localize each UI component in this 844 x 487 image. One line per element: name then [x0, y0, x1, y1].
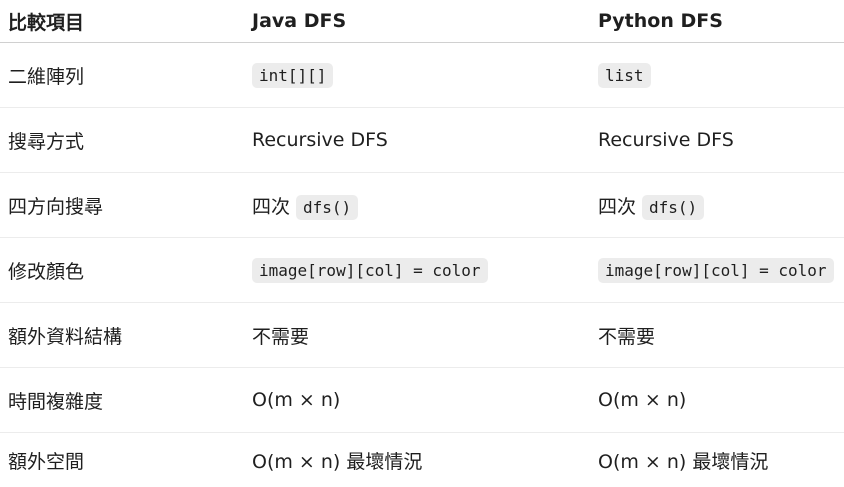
java-text: O(m × n) 最壞情況 — [252, 451, 422, 473]
python-text: O(m × n) — [598, 389, 686, 411]
table-row: 四方向搜尋 四次 dfs() 四次 dfs() — [0, 173, 844, 238]
comparison-table: 比較項目 Java DFS Python DFS 二維陣列 int[][] li… — [0, 0, 844, 487]
python-text: O(m × n) 最壞情況 — [598, 451, 768, 473]
table-row: 時間複雜度 O(m × n) O(m × n) — [0, 368, 844, 433]
java-prefix: 四次 — [252, 196, 290, 218]
table-row: 修改顏色 image[row][col] = color image[row][… — [0, 238, 844, 303]
python-cell: O(m × n) — [598, 368, 844, 433]
python-cell: 不需要 — [598, 303, 844, 368]
python-cell: 四次 dfs() — [598, 173, 844, 238]
header-item: 比較項目 — [0, 0, 252, 43]
table-row: 額外資料結構 不需要 不需要 — [0, 303, 844, 368]
java-text: 不需要 — [252, 326, 309, 348]
row-label: 搜尋方式 — [0, 108, 252, 173]
table-header: 比較項目 Java DFS Python DFS — [0, 0, 844, 43]
row-label: 二維陣列 — [0, 43, 252, 108]
table-row: 搜尋方式 Recursive DFS Recursive DFS — [0, 108, 844, 173]
row-label: 時間複雜度 — [0, 368, 252, 433]
java-cell: int[][] — [252, 43, 598, 108]
row-label: 修改顏色 — [0, 238, 252, 303]
table-body: 二維陣列 int[][] list 搜尋方式 Recursive DFS Rec… — [0, 43, 844, 487]
python-prefix: 四次 — [598, 196, 636, 218]
table-row: 額外空間 O(m × n) 最壞情況 O(m × n) 最壞情況 — [0, 433, 844, 487]
python-cell: list — [598, 43, 844, 108]
java-cell: 不需要 — [252, 303, 598, 368]
java-cell: image[row][col] = color — [252, 238, 598, 303]
python-text: Recursive DFS — [598, 129, 734, 151]
java-code: int[][] — [252, 63, 333, 88]
row-label: 額外資料結構 — [0, 303, 252, 368]
python-code: image[row][col] = color — [598, 258, 834, 283]
java-cell: Recursive DFS — [252, 108, 598, 173]
header-row: 比較項目 Java DFS Python DFS — [0, 0, 844, 43]
header-python: Python DFS — [598, 0, 844, 43]
java-code: dfs() — [296, 195, 358, 220]
row-label: 額外空間 — [0, 433, 252, 487]
python-cell: Recursive DFS — [598, 108, 844, 173]
java-cell: 四次 dfs() — [252, 173, 598, 238]
python-text: 不需要 — [598, 326, 655, 348]
java-text: Recursive DFS — [252, 129, 388, 151]
python-cell: O(m × n) 最壞情況 — [598, 433, 844, 487]
java-text: O(m × n) — [252, 389, 340, 411]
java-cell: O(m × n) 最壞情況 — [252, 433, 598, 487]
header-java: Java DFS — [252, 0, 598, 43]
java-cell: O(m × n) — [252, 368, 598, 433]
python-code: list — [598, 63, 651, 88]
row-label: 四方向搜尋 — [0, 173, 252, 238]
table-row: 二維陣列 int[][] list — [0, 43, 844, 108]
java-code: image[row][col] = color — [252, 258, 488, 283]
python-code: dfs() — [642, 195, 704, 220]
python-cell: image[row][col] = color — [598, 238, 844, 303]
